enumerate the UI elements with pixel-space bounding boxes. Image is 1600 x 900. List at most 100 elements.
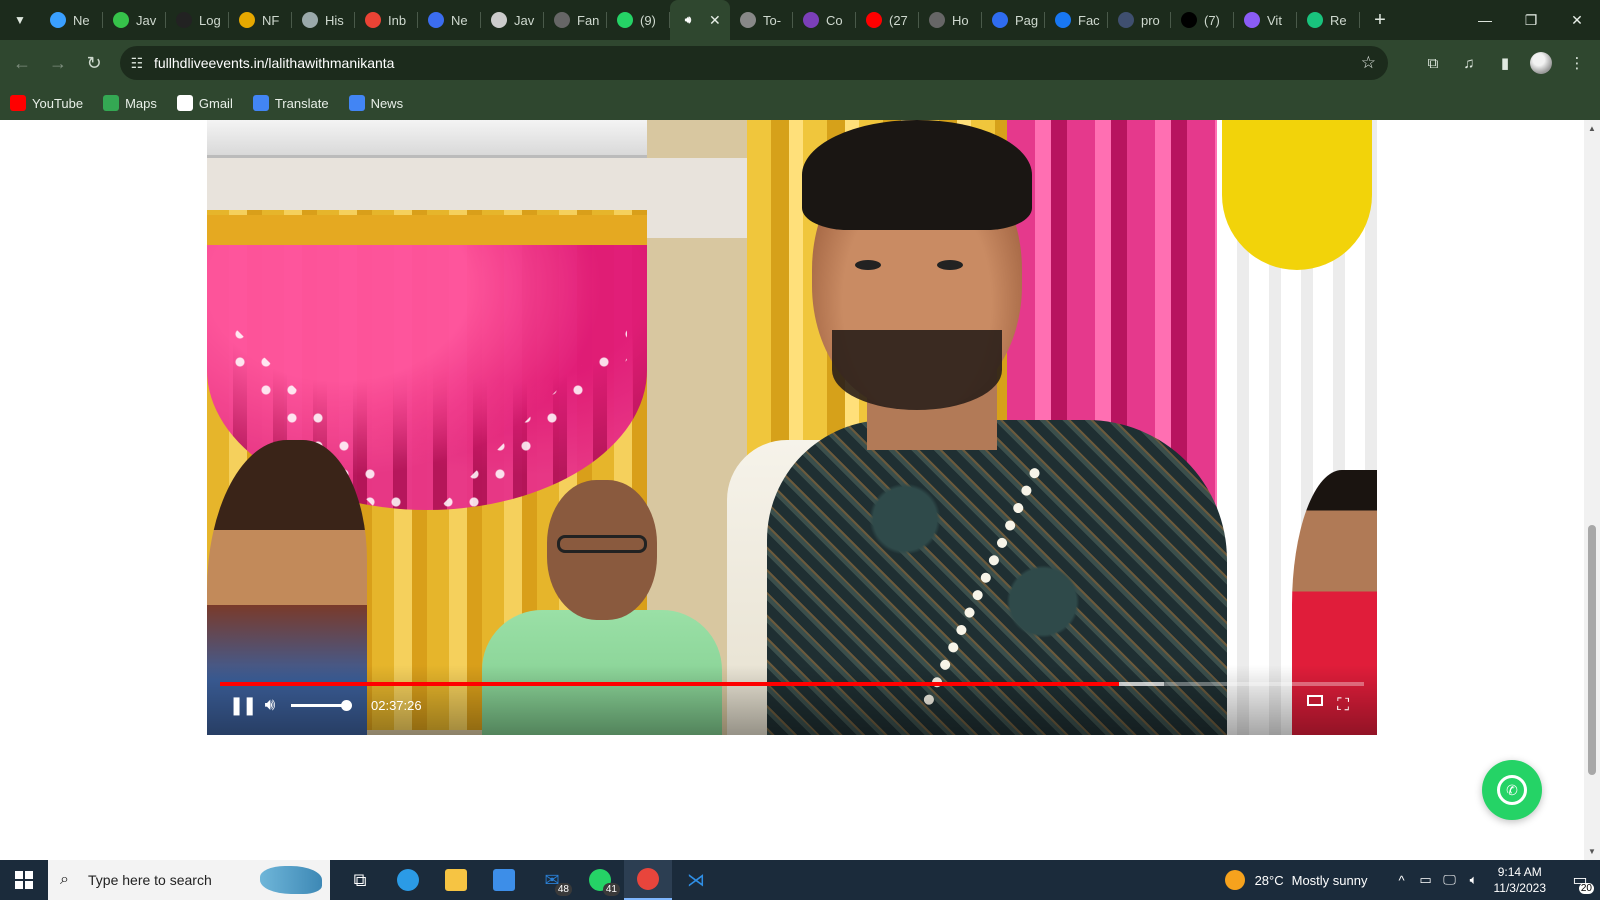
browser-tab[interactable]: Fac — [1045, 0, 1108, 40]
scrollbar-thumb[interactable] — [1588, 525, 1596, 775]
whatsapp-chat-button[interactable]: ✆ — [1482, 760, 1542, 820]
taskbar-app-mail[interactable]: ✉ 48 — [528, 860, 576, 900]
browser-tab[interactable]: (27 — [856, 0, 919, 40]
tab-title: Ne — [451, 12, 468, 28]
taskbar-search[interactable]: ⌕ Type here to search — [48, 860, 330, 900]
bookmark-news[interactable]: News — [348, 95, 403, 111]
taskbar-app-task-view[interactable]: ⧉ — [336, 860, 384, 900]
tab-title: His — [325, 12, 344, 28]
x-icon — [1181, 12, 1197, 28]
browser-tab[interactable]: pro — [1108, 0, 1171, 40]
browser-tab[interactable]: Pag — [982, 0, 1045, 40]
back-button[interactable]: ← — [4, 45, 40, 81]
menu-kebab-icon[interactable]: ⋮ — [1564, 45, 1590, 81]
w-icon — [113, 12, 129, 28]
coin-icon — [239, 12, 255, 28]
new-tab-button[interactable]: + — [1364, 4, 1396, 36]
site-info-icon[interactable]: ☷ — [120, 55, 154, 72]
volume-knob[interactable] — [341, 699, 352, 711]
taskbar-app-edge[interactable] — [384, 860, 432, 900]
vscode-icon: ⋊ — [687, 869, 705, 890]
player-right-controls: ⛶ — [1307, 695, 1349, 715]
speaker-icon[interactable]: 🔈︎ — [1462, 872, 1486, 888]
fullscreen-button[interactable]: ⛶ — [1337, 695, 1349, 715]
theater-mode-button[interactable] — [1307, 695, 1324, 706]
tab-title: To- — [763, 12, 782, 28]
bookmark-gmail[interactable]: Gmail — [176, 95, 233, 111]
pause-button[interactable]: ❚❚ — [229, 695, 257, 716]
close-tab-icon[interactable]: ✕ — [709, 12, 721, 29]
browser-tab[interactable]: Jav — [481, 0, 544, 40]
bookmark-star-icon[interactable]: ☆ — [1361, 53, 1376, 73]
speaker-icon: 🔊︎ — [684, 14, 692, 26]
tab-title: NF — [262, 12, 280, 28]
iir-icon — [428, 12, 444, 28]
browser-tab[interactable]: NF — [229, 0, 292, 40]
tab-title: Fan — [577, 12, 600, 28]
taskbar-app-chrome[interactable] — [624, 860, 672, 900]
tab-search-button[interactable]: ▼ — [6, 6, 34, 34]
video-player[interactable]: ❚❚ 🔊︎ 02:37:26 ⛶ — [207, 120, 1377, 735]
side-panel-icon[interactable]: ▮ — [1492, 45, 1518, 81]
extensions-icon[interactable]: ⧉ — [1420, 45, 1446, 81]
groom-hair — [802, 120, 1032, 230]
taskbar-clock[interactable]: 9:14 AM 11/3/2023 — [1494, 864, 1547, 896]
progress-bar[interactable] — [220, 682, 1364, 686]
browser-tab[interactable]: (9) — [607, 0, 670, 40]
browser-tab[interactable]: Co — [793, 0, 856, 40]
forward-button[interactable]: → — [40, 45, 76, 81]
browser-tab[interactable]: Inb — [355, 0, 418, 40]
browser-tab[interactable]: Fan — [544, 0, 607, 40]
browser-tab[interactable]: 🔊︎ ✕ — [670, 0, 730, 40]
media-control-icon[interactable]: ♫ — [1456, 45, 1482, 81]
tab-strip: ▼ Ne Jav Log NF His Inb Ne Jav Fan (9) 🔊︎ ✕ To- Co (27… — [0, 0, 1600, 40]
browser-tab[interactable]: Re — [1297, 0, 1360, 40]
start-button[interactable] — [0, 860, 48, 900]
tab-list: Ne Jav Log NF His Inb Ne Jav Fan (9) 🔊︎ ✕ To- Co (27 Ho… — [40, 0, 1360, 40]
browser-tab[interactable]: Vit — [1234, 0, 1297, 40]
browser-tab[interactable]: Jav — [103, 0, 166, 40]
page-scrollbar[interactable]: ▲ ▼ — [1584, 120, 1600, 860]
taskbar-app-file-explorer[interactable] — [432, 860, 480, 900]
browser-tab[interactable]: Ne — [40, 0, 103, 40]
notification-center-button[interactable]: ▭ 20 — [1560, 860, 1600, 900]
browser-tab[interactable]: (7) — [1171, 0, 1234, 40]
weather-widget[interactable]: 28°C Mostly sunny — [1224, 870, 1368, 890]
browser-tab[interactable]: His — [292, 0, 355, 40]
browser-tab[interactable]: To- — [730, 0, 793, 40]
network-icon[interactable]: 🖵︎ — [1438, 872, 1462, 888]
youtube-icon — [866, 12, 882, 28]
chevron-up-icon[interactable]: ^ — [1390, 873, 1414, 888]
volume-slider[interactable] — [291, 699, 352, 711]
grid-icon — [176, 12, 192, 28]
browser-tab[interactable]: Log — [166, 0, 229, 40]
url-text[interactable]: fullhdliveevents.in/lalithawithmanikanta — [154, 55, 394, 71]
browser-tab[interactable]: Ho — [919, 0, 982, 40]
tab-title: (9) — [640, 12, 656, 28]
close-window-button[interactable]: ✕ — [1554, 0, 1600, 40]
app-badge: 41 — [602, 883, 620, 896]
search-icon: ⌕ — [60, 871, 69, 888]
scroll-down-icon[interactable]: ▼ — [1584, 847, 1600, 856]
bookmark-maps[interactable]: Maps — [103, 95, 157, 111]
browser-tab[interactable]: Ne — [418, 0, 481, 40]
weather-condition: Mostly sunny — [1291, 872, 1368, 888]
curtain-yellow-swag — [1222, 120, 1372, 270]
address-bar[interactable]: ☷ fullhdliveevents.in/lalithawithmanikan… — [120, 46, 1388, 80]
battery-icon[interactable]: ▭ — [1414, 872, 1438, 888]
scroll-up-icon[interactable]: ▲ — [1584, 124, 1600, 133]
taskbar-app-whatsapp[interactable]: 41 — [576, 860, 624, 900]
profile-avatar[interactable] — [1528, 45, 1554, 81]
taskbar-app-microsoft-store[interactable] — [480, 860, 528, 900]
volume-icon[interactable]: 🔊︎ — [255, 695, 285, 715]
played-bar — [220, 682, 1120, 686]
taskbar-app-vscode[interactable]: ⋊ — [672, 860, 720, 900]
minimize-button[interactable]: — — [1462, 0, 1508, 40]
restore-button[interactable]: ❐ — [1508, 0, 1554, 40]
bookmark-translate[interactable]: Translate — [252, 95, 329, 111]
windows-taskbar: ⌕ Type here to search ⧉ ✉ 48 41 ⋊ 28°C Mostl… — [0, 860, 1600, 900]
tab-title: Pag — [1015, 12, 1039, 28]
whatsapp-icon — [617, 12, 633, 28]
bookmark-youtube[interactable]: YouTube — [10, 95, 83, 111]
reload-button[interactable]: ↻ — [76, 45, 112, 81]
